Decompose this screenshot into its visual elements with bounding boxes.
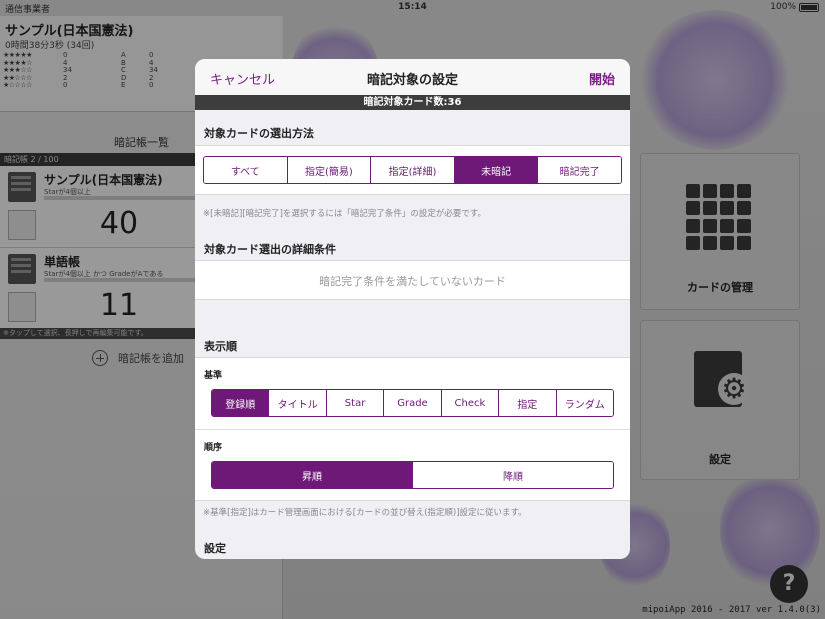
basis-option-check[interactable]: Check bbox=[441, 390, 500, 416]
basis-option-registration[interactable]: 登録順 bbox=[212, 390, 270, 416]
basis-option-grade[interactable]: Grade bbox=[384, 390, 442, 416]
basis-option-title[interactable]: タイトル bbox=[269, 390, 327, 416]
selection-method-segment: すべて 指定(簡易) 指定(詳細) 未暗記 暗記完了 bbox=[203, 156, 622, 184]
sequence-label: 順序 bbox=[204, 443, 223, 453]
selection-option-detailed[interactable]: 指定(詳細) bbox=[371, 157, 455, 183]
selection-note: ※[未暗記][暗記完了]を選択するには「暗記完了条件」の設定が必要です。 bbox=[203, 209, 487, 219]
selection-option-unlearned[interactable]: 未暗記 bbox=[454, 157, 539, 183]
study-target-settings-modal: キャンセル 暗記対象の設定 開始 暗記対象カード数:36 対象カードの選出方法 … bbox=[195, 59, 630, 559]
sequence-option-descending[interactable]: 降順 bbox=[413, 462, 613, 488]
settings-section-title: 設定 bbox=[204, 542, 226, 555]
selection-option-learned[interactable]: 暗記完了 bbox=[538, 157, 621, 183]
selection-option-all[interactable]: すべて bbox=[204, 157, 288, 183]
order-note: ※基準[指定]はカード管理画面における[カードの並び替え(指定順)]設定に従いま… bbox=[203, 508, 527, 518]
detail-condition-title: 対象カード選出の詳細条件 bbox=[204, 243, 336, 256]
detail-condition-block: 暗記完了条件を満たしていないカード bbox=[195, 260, 630, 300]
start-button[interactable]: 開始 bbox=[589, 69, 615, 88]
basis-label: 基準 bbox=[204, 371, 223, 381]
selection-option-simple[interactable]: 指定(簡易) bbox=[287, 157, 372, 183]
order-sequence-segment: 昇順 降順 bbox=[211, 461, 614, 489]
order-basis-segment: 登録順 タイトル Star Grade Check 指定 ランダム bbox=[211, 389, 614, 417]
display-order-block: 基準 登録順 タイトル Star Grade Check 指定 ランダム 順序 … bbox=[195, 357, 630, 501]
detail-condition-text: 暗記完了条件を満たしていないカード bbox=[319, 275, 506, 288]
modal-title: 暗記対象の設定 bbox=[366, 73, 458, 88]
selection-method-title: 対象カードの選出方法 bbox=[204, 127, 314, 140]
sequence-option-ascending[interactable]: 昇順 bbox=[212, 462, 413, 488]
target-count-bar: 暗記対象カード数:36 bbox=[195, 95, 630, 110]
display-order-title: 表示順 bbox=[204, 340, 237, 353]
basis-option-specified[interactable]: 指定 bbox=[499, 390, 557, 416]
basis-option-star[interactable]: Star bbox=[326, 390, 385, 416]
selection-method-block: すべて 指定(簡易) 指定(詳細) 未暗記 暗記完了 bbox=[195, 145, 630, 195]
basis-option-random[interactable]: ランダム bbox=[556, 390, 613, 416]
modal-navbar: キャンセル 暗記対象の設定 開始 bbox=[195, 59, 630, 95]
divider bbox=[195, 429, 630, 430]
